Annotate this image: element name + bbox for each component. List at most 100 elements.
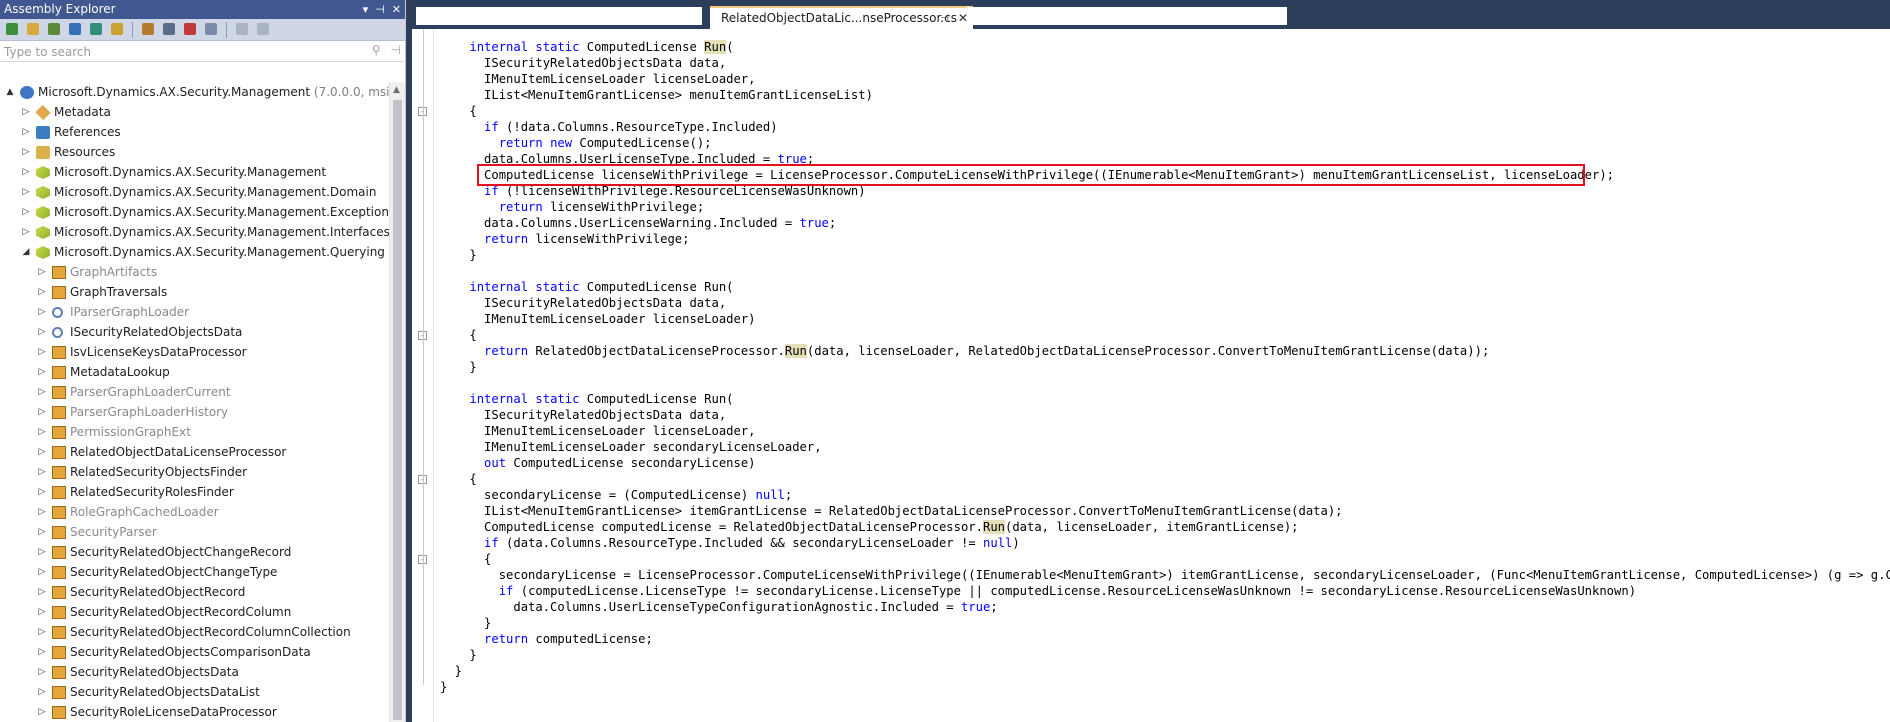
code-line[interactable]: } xyxy=(440,647,476,663)
expand-toggle-icon[interactable]: ▷ xyxy=(21,142,31,162)
tree-item[interactable]: ▷ SecurityRoleLicenseDataProcessor xyxy=(0,702,390,722)
tree-item[interactable]: ▷ Microsoft.Dynamics.AX.Security.Manageme… xyxy=(0,222,390,242)
save-list-icon[interactable] xyxy=(139,21,157,38)
open-folder-icon[interactable] xyxy=(24,21,42,38)
tab-related-object-data-license-processor[interactable]: RelatedObjectDataLic...nseProcessor.cs ⊣… xyxy=(710,6,973,29)
tree-item[interactable]: ▷ SecurityRelatedObjectRecordColumn xyxy=(0,602,390,622)
expand-toggle-icon[interactable]: ▷ xyxy=(37,402,47,422)
expand-toggle-icon[interactable]: ▷ xyxy=(37,662,47,682)
tree-item[interactable]: ▷ Metadata xyxy=(0,102,390,122)
code-line[interactable]: } xyxy=(440,359,476,375)
tree-item[interactable]: ▷ ISecurityRelatedObjectsData xyxy=(0,322,390,342)
code-line[interactable]: } xyxy=(440,679,447,695)
tree-item[interactable]: ▷ MetadataLookup xyxy=(0,362,390,382)
tree-item[interactable]: ▷ Microsoft.Dynamics.AX.Security.Manageme… xyxy=(0,162,390,182)
tree-item[interactable]: ▷ Microsoft.Dynamics.AX.Security.Manageme… xyxy=(0,202,390,222)
remove-icon[interactable] xyxy=(181,21,199,38)
open-process-icon[interactable] xyxy=(87,21,105,38)
tree-item[interactable]: ▷ SecurityRelatedObjectsComparisonData xyxy=(0,642,390,662)
expand-toggle-icon[interactable]: ▷ xyxy=(37,582,47,602)
scrollbar-thumb[interactable] xyxy=(393,100,402,720)
expand-toggle-icon[interactable]: ▷ xyxy=(37,302,47,322)
code-line[interactable]: IMenuItemLicenseLoader licenseLoader) xyxy=(440,311,756,327)
expand-toggle-icon[interactable]: ▷ xyxy=(37,442,47,462)
expand-toggle-icon[interactable]: ▷ xyxy=(21,182,31,202)
expand-toggle-icon[interactable]: ▲ xyxy=(5,82,15,102)
pin-icon[interactable]: ⊣ xyxy=(375,0,385,19)
expand-toggle-icon[interactable]: ▷ xyxy=(37,522,47,542)
expand-toggle-icon[interactable]: ▷ xyxy=(37,382,47,402)
close-icon[interactable]: ✕ xyxy=(392,0,401,19)
code-line[interactable]: return RelatedObjectDataLicenseProcessor… xyxy=(440,343,1489,359)
code-line[interactable]: internal static ComputedLicense Run( xyxy=(440,391,733,407)
tree-item[interactable]: ▷ SecurityRelatedObjectRecord xyxy=(0,582,390,602)
code-line[interactable]: data.Columns.UserLicenseTypeConfiguratio… xyxy=(440,599,997,615)
code-line[interactable]: } xyxy=(440,615,491,631)
tree-item[interactable]: ▷ Microsoft.Dynamics.AX.Security.Manageme… xyxy=(0,182,390,202)
code-line[interactable]: IMenuItemLicenseLoader licenseLoader, xyxy=(440,71,756,87)
tree-item[interactable]: ▷ IsvLicenseKeysDataProcessor xyxy=(0,342,390,362)
code-line[interactable]: ISecurityRelatedObjectsData data, xyxy=(440,55,726,71)
tree-item[interactable]: ◢ Microsoft.Dynamics.AX.Security.Manageme… xyxy=(0,242,390,262)
panel-menu-icon[interactable]: ▾ xyxy=(363,0,369,19)
code-line[interactable]: { xyxy=(440,103,476,119)
expand-toggle-icon[interactable]: ▷ xyxy=(21,162,31,182)
expand-toggle-icon[interactable]: ▷ xyxy=(37,562,47,582)
code-line[interactable]: internal static ComputedLicense Run( xyxy=(440,279,733,295)
expand-toggle-icon[interactable]: ▷ xyxy=(37,702,47,722)
expand-toggle-icon[interactable]: ▷ xyxy=(37,322,47,342)
code-line[interactable]: out ComputedLicense secondaryLicense) xyxy=(440,455,756,471)
code-line[interactable]: secondaryLicense = (ComputedLicense) nul… xyxy=(440,487,792,503)
tree-item[interactable]: ▷ PermissionGraphExt xyxy=(0,422,390,442)
tree-item[interactable]: ▷ SecurityRelatedObjectRecordColumnCollec… xyxy=(0,622,390,642)
expand-toggle-icon[interactable]: ▷ xyxy=(37,622,47,642)
code-line[interactable]: ISecurityRelatedObjectsData data, xyxy=(440,407,726,423)
clear-icon[interactable] xyxy=(202,21,220,38)
code-line[interactable]: } xyxy=(440,247,476,263)
expand-toggle-icon[interactable]: ▷ xyxy=(37,422,47,442)
expand-toggle-icon[interactable]: ▷ xyxy=(37,282,47,302)
tree-item[interactable]: ▷ RoleGraphCachedLoader xyxy=(0,502,390,522)
tree-item[interactable]: ▷ ParserGraphLoaderCurrent xyxy=(0,382,390,402)
code-editor[interactable]: ---- internal static ComputedLicense Run… xyxy=(412,29,1890,722)
search-symbol-icon[interactable] xyxy=(108,21,126,38)
expand-toggle-icon[interactable]: ▷ xyxy=(21,202,31,222)
code-line[interactable]: data.Columns.UserLicenseWarning.Included… xyxy=(440,215,836,231)
expand-toggle-icon[interactable]: ▷ xyxy=(37,502,47,522)
code-line[interactable]: ComputedLicense computedLicense = Relate… xyxy=(440,519,1299,535)
tree-item[interactable]: ▷ SecurityRelatedObjectsData xyxy=(0,662,390,682)
code-line[interactable]: secondaryLicense = LicenseProcessor.Comp… xyxy=(440,567,1890,583)
tree-item[interactable]: ▷ References xyxy=(0,122,390,142)
code-line[interactable]: IList<MenuItemGrantLicense> itemGrantLic… xyxy=(440,503,1343,519)
code-line[interactable]: IList<MenuItemGrantLicense> menuItemGran… xyxy=(440,87,873,103)
expand-toggle-icon[interactable]: ▷ xyxy=(37,542,47,562)
expand-toggle-icon[interactable]: ▷ xyxy=(37,482,47,502)
code-line[interactable]: return computedLicense; xyxy=(440,631,653,647)
code-line[interactable]: if (computedLicense.LicenseType != secon… xyxy=(440,583,1636,599)
code-line[interactable]: return licenseWithPrivilege; xyxy=(440,199,704,215)
code-line[interactable]: ISecurityRelatedObjectsData data, xyxy=(440,295,726,311)
code-line[interactable]: if (data.Columns.ResourceType.Included &… xyxy=(440,535,1020,551)
code-line[interactable]: internal static ComputedLicense Run( xyxy=(440,39,734,55)
code-line[interactable]: IMenuItemLicenseLoader licenseLoader, xyxy=(440,423,756,439)
search-pin-icon[interactable]: ⊣ xyxy=(391,43,401,57)
code-line[interactable]: return new ComputedLicense(); xyxy=(440,135,712,151)
expand-toggle-icon[interactable]: ▷ xyxy=(37,642,47,662)
tree-item[interactable]: ▷ SecurityParser xyxy=(0,522,390,542)
tree-item[interactable]: ▷ SecurityRelatedObjectsDataList xyxy=(0,682,390,702)
scroll-up-icon[interactable]: ▲ xyxy=(393,85,400,95)
tree-scrollbar[interactable]: ▲ xyxy=(389,82,405,722)
tree-item[interactable]: ▲ Microsoft.Dynamics.AX.Security.Manageme… xyxy=(0,82,390,102)
expand-toggle-icon[interactable]: ◢ xyxy=(21,242,31,262)
tree-item[interactable]: ▷ GraphArtifacts xyxy=(0,262,390,282)
expand-toggle-icon[interactable]: ▷ xyxy=(37,462,47,482)
tab-pin-icon[interactable]: ⊣ xyxy=(940,8,949,29)
expand-toggle-icon[interactable]: ▷ xyxy=(37,342,47,362)
open-gac-icon[interactable] xyxy=(45,21,63,38)
code-line[interactable]: IMenuItemLicenseLoader secondaryLicenseL… xyxy=(440,439,822,455)
expand-toggle-icon[interactable]: ▷ xyxy=(37,362,47,382)
export-icon[interactable] xyxy=(160,21,178,38)
expand-toggle-icon[interactable]: ▷ xyxy=(21,102,31,122)
open-assembly-icon[interactable] xyxy=(3,21,21,38)
tree-item[interactable]: ▷ Resources xyxy=(0,142,390,162)
